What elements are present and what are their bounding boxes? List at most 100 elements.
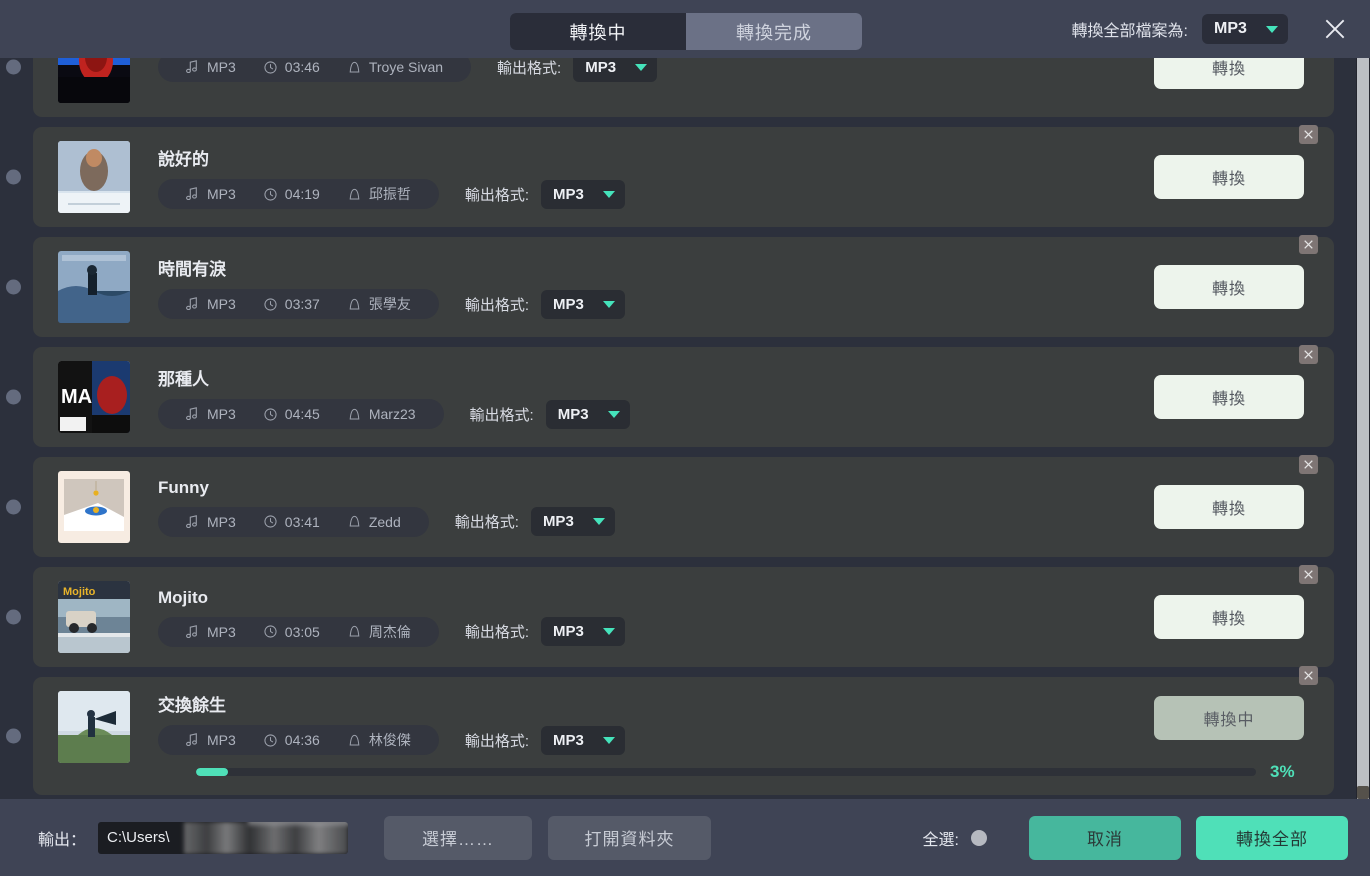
meta-artist: Marz23 (336, 406, 428, 422)
artist-value: Marz23 (368, 406, 416, 422)
convert-button[interactable]: 轉換 (1154, 265, 1304, 309)
chevron-down-icon (603, 736, 616, 744)
output-format-label: 輸出格式: (469, 406, 534, 424)
convert-button[interactable]: 轉換 (1154, 485, 1304, 529)
convert-button[interactable]: 轉換 (1154, 155, 1304, 199)
output-format-value: MP3 (557, 405, 589, 423)
output-format-value: MP3 (553, 731, 584, 749)
duration-value: 04:45 (284, 406, 320, 422)
convert-button[interactable]: 轉換 (1154, 58, 1304, 89)
convert-all-format-value: MP3 (1214, 20, 1247, 37)
artist-icon (349, 188, 360, 199)
select-all-radio[interactable] (971, 829, 987, 846)
output-format-label: 輸出格式: (497, 59, 562, 77)
tab-converting[interactable]: 轉換中 (510, 13, 686, 50)
output-format-select[interactable]: MP3 (573, 58, 658, 82)
output-format-control: 輸出格式: MP3 (455, 507, 615, 536)
conversion-row[interactable]: 說好的 MP3 04:19 邱振哲 輸出格式: MP3 轉換 (6, 125, 1334, 227)
output-format-select[interactable]: MP3 (541, 289, 626, 319)
duration-value: 03:05 (284, 623, 320, 640)
meta-duration: 04:19 (252, 186, 332, 202)
tab-completed[interactable]: 轉換完成 (686, 13, 862, 50)
svg-text:MA: MA (61, 386, 92, 408)
row-select-radio[interactable] (6, 609, 21, 625)
output-format-select[interactable]: MP3 (545, 399, 630, 429)
chevron-down-icon (635, 63, 648, 71)
row-select-radio[interactable] (6, 499, 21, 515)
duration-value: 03:37 (284, 296, 320, 312)
artist-value: 邱振哲 (368, 186, 411, 202)
convert-all-format-select[interactable]: MP3 (1202, 14, 1288, 44)
output-format-value: MP3 (553, 185, 584, 203)
track-meta-pill: MP3 04:19 邱振哲 (158, 179, 439, 209)
track-meta-row: MP3 03:41 Zedd 輸出格式: MP3 (158, 506, 1154, 537)
convert-all-button[interactable]: 轉換全部 (1196, 815, 1348, 860)
album-art (58, 471, 130, 543)
close-icon (1304, 130, 1313, 139)
close-window-button[interactable] (1318, 12, 1352, 46)
open-folder-button[interactable]: 打開資料夾 (548, 815, 712, 860)
remove-row-button[interactable] (1299, 565, 1318, 584)
meta-artist: 周杰倫 (336, 622, 423, 642)
output-format-select[interactable]: MP3 (541, 617, 626, 646)
codec-value: MP3 (207, 59, 236, 75)
output-format-control: 輸出格式: MP3 (464, 617, 626, 646)
track-info: Mojito MP3 03:05 周杰倫 輸出格式: MP3 (158, 588, 1154, 647)
choose-folder-button[interactable]: 選擇…… (384, 815, 533, 860)
music-note-icon (186, 297, 197, 311)
track-meta-row: MP3 04:45 Marz23 輸出格式: MP3 (158, 399, 1154, 429)
clock-icon (264, 733, 277, 747)
codec-value: MP3 (207, 513, 236, 530)
close-icon (1304, 350, 1313, 359)
codec-value: MP3 (207, 186, 236, 202)
row-select-radio[interactable] (6, 169, 21, 185)
cancel-button[interactable]: 取消 (1029, 815, 1181, 860)
mode-tabs: 轉換中 轉換完成 (510, 13, 862, 50)
scrollbar-thumb[interactable] (1357, 58, 1369, 799)
row-select-radio[interactable] (6, 279, 21, 295)
track-title: Mojito (158, 587, 209, 607)
meta-codec: MP3 (174, 406, 248, 422)
album-art: MA (58, 361, 130, 433)
remove-row-button[interactable] (1299, 345, 1318, 364)
convert-button[interactable]: 轉換 (1154, 595, 1304, 639)
conversion-progress: 3% (196, 762, 1310, 782)
output-format-label: 輸出格式: (464, 624, 530, 641)
remove-row-button[interactable] (1299, 666, 1318, 685)
artist-value: Troye Sivan (368, 59, 444, 75)
conversion-list-area: MP3 03:46 Troye Sivan 輸出格式: MP3 轉換 說好的 M… (0, 58, 1370, 799)
track-meta-pill: MP3 03:46 Troye Sivan (158, 58, 472, 82)
conversion-row[interactable]: MP3 03:46 Troye Sivan 輸出格式: MP3 轉換 (6, 58, 1334, 117)
meta-duration: 03:37 (252, 296, 332, 312)
conversion-row[interactable]: MA 那種人 MP3 04:45 Marz23 輸出格式: MP3 轉換 (6, 345, 1334, 447)
convert-button[interactable]: 轉換 (1154, 375, 1304, 419)
row-select-radio[interactable] (6, 389, 21, 405)
output-format-select[interactable]: MP3 (541, 725, 626, 755)
remove-row-button[interactable] (1299, 235, 1318, 254)
header-right-controls: 轉換全部檔案為: MP3 (1072, 0, 1370, 58)
conversion-row[interactable]: Mojito Mojito MP3 03:05 周杰倫 輸出格式: MP3 轉換 (6, 565, 1334, 667)
output-format-select[interactable]: MP3 (541, 179, 626, 209)
clock-icon (264, 60, 277, 74)
track-info: 說好的 MP3 04:19 邱振哲 輸出格式: MP3 (158, 145, 1154, 209)
scrollbar-down-button[interactable] (1357, 786, 1369, 799)
output-path-field[interactable]: C:\Users\ (98, 821, 349, 854)
conversion-row[interactable]: 時間有淚 MP3 03:37 張學友 輸出格式: MP3 轉換 (6, 235, 1334, 337)
conversion-row[interactable]: Funny MP3 03:41 Zedd 輸出格式: MP3 轉換 (6, 455, 1334, 557)
album-art: Mojito (58, 581, 130, 653)
artist-icon (349, 625, 360, 637)
remove-row-button[interactable] (1299, 125, 1318, 144)
meta-artist: Zedd (336, 514, 413, 530)
output-format-select[interactable]: MP3 (530, 507, 615, 536)
list-scrollbar[interactable] (1356, 58, 1370, 799)
conversion-row[interactable]: 交換餘生 MP3 04:36 林俊傑 輸出格式: MP3 轉換中 3% (6, 666, 1334, 795)
redacted-path-overlay (184, 821, 349, 854)
row-select-radio[interactable] (6, 59, 21, 75)
row-select-radio[interactable] (6, 728, 21, 744)
converting-button[interactable]: 轉換中 (1154, 696, 1304, 740)
conversion-list[interactable]: MP3 03:46 Troye Sivan 輸出格式: MP3 轉換 說好的 M… (0, 58, 1356, 799)
album-art (58, 141, 130, 213)
music-note-icon (186, 187, 197, 201)
remove-row-button[interactable] (1299, 455, 1318, 474)
output-format-label: 輸出格式: (464, 296, 530, 314)
